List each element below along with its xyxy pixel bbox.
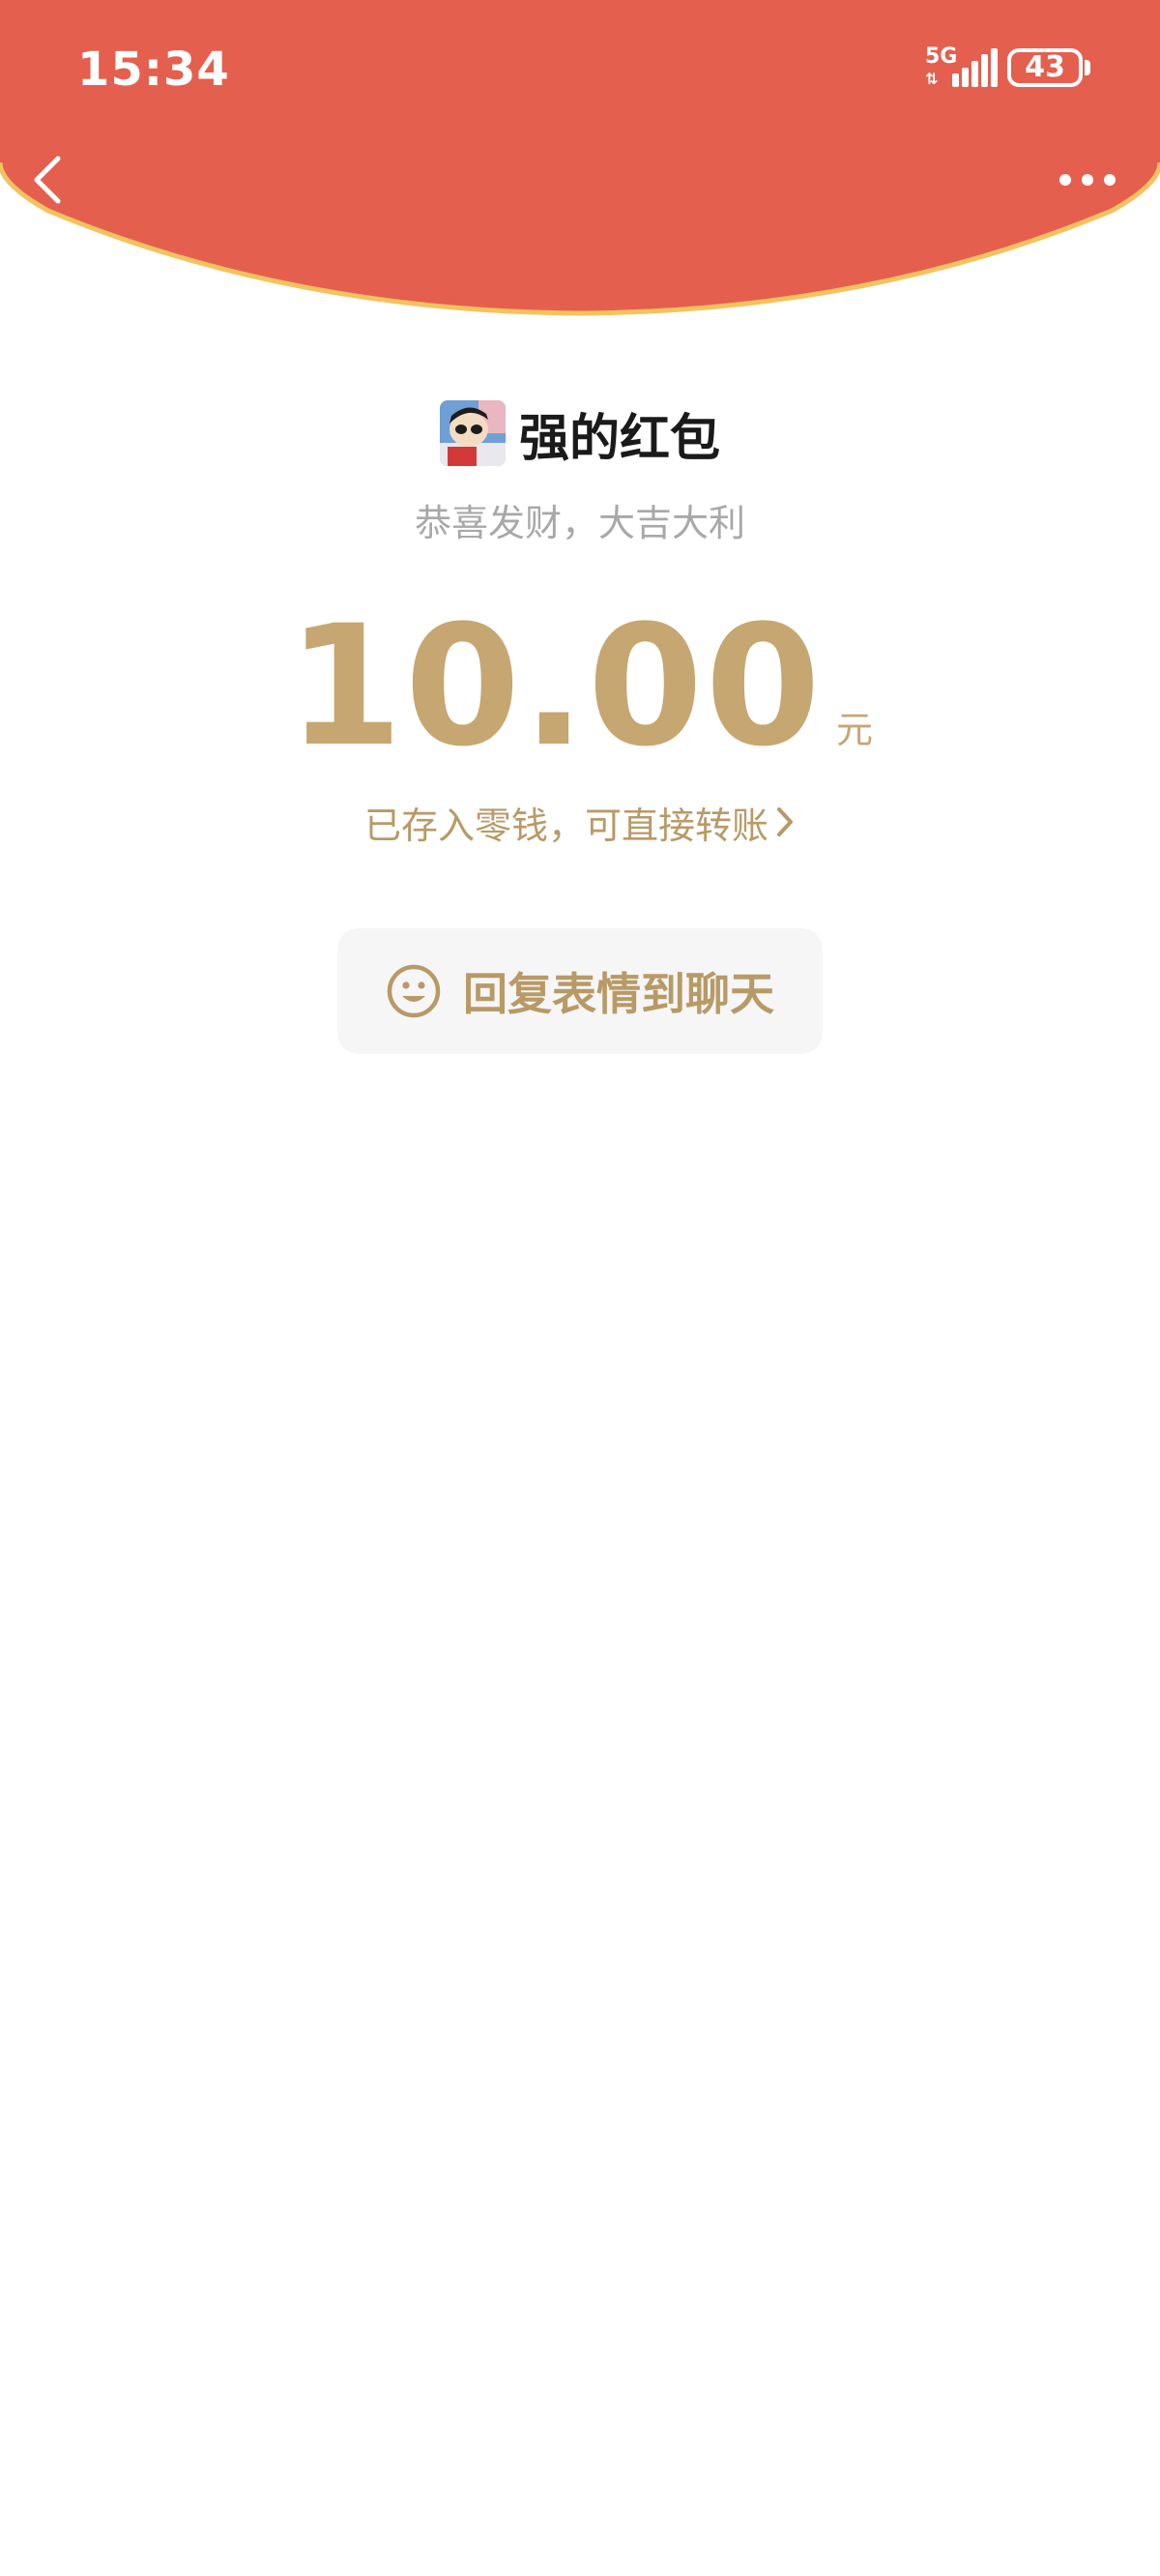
wallet-balance-link[interactable]: 已存入零钱，可直接转账 [0, 793, 1160, 851]
data-activity-icon: ⇅ [925, 70, 939, 88]
battery-level: 43 [1025, 50, 1065, 84]
sender-row: 强的红包 [0, 398, 1160, 468]
amount-row: 10.00 元 [0, 600, 1160, 774]
more-button[interactable] [1054, 162, 1121, 197]
chevron-left-icon [34, 156, 61, 204]
smile-icon [387, 964, 441, 1018]
status-bar: 15:34 5G ⇅ 43 [0, 0, 1160, 145]
avatar-image-icon [439, 400, 506, 466]
reply-emoji-button[interactable]: 回复表情到聊天 [337, 928, 823, 1054]
battery-indicator: 43 [1007, 48, 1083, 87]
sender-title: 强的红包 [518, 409, 720, 468]
chevron-right-icon [777, 807, 793, 836]
reply-label: 回复表情到聊天 [463, 968, 774, 1020]
red-packet-detail-page: 15:34 5G ⇅ 43 强的红包 恭喜发财，大吉大利 10.00 元 已存入… [0, 0, 1160, 2576]
amount-value: 10.00 [286, 589, 824, 783]
sender-avatar[interactable] [439, 400, 506, 466]
currency-unit: 元 [836, 709, 874, 751]
wallet-note: 已存入零钱，可直接转账 [363, 804, 768, 847]
signal-bars-icon [952, 48, 998, 87]
back-button[interactable] [23, 153, 77, 207]
status-time: 15:34 [77, 43, 230, 97]
blessing-text: 恭喜发财，大吉大利 [414, 502, 745, 544]
battery-tip [1085, 60, 1090, 75]
more-horizontal-icon [1059, 174, 1116, 186]
cellular-signal: 5G ⇅ [923, 44, 1000, 93]
